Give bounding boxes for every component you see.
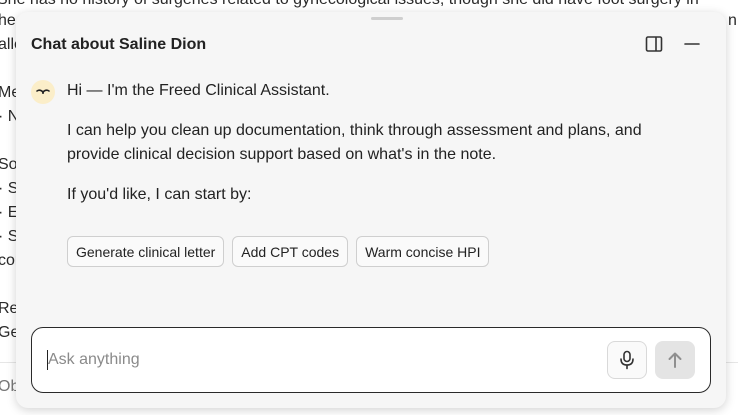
assistant-greeting: Hi — I'm the Freed Clinical Assistant. [67,82,330,99]
split-panel-icon [645,36,663,52]
assistant-avatar [31,80,55,104]
assistant-message-prompt: If you'd like, I can start by: [67,186,252,203]
note-line: She has no history of surgeries related … [0,0,699,9]
microphone-button[interactable] [607,341,647,379]
split-panel-button[interactable] [642,32,666,56]
arrow-up-icon [668,352,682,368]
chat-input[interactable] [48,348,588,372]
chat-input-box [31,327,711,393]
freed-logo-icon [36,89,50,94]
suggestion-generate-clinical-letter[interactable]: Generate clinical letter [67,236,225,267]
microphone-icon [620,350,634,370]
suggestion-add-cpt-codes[interactable]: Add CPT codes [232,236,349,267]
suggestion-warm-concise-hpi[interactable]: Warm concise HPI [356,236,490,267]
note-line: n [728,12,737,29]
chat-title: Chat about Saline Dion [31,36,207,53]
note-line: he [0,12,16,29]
send-button[interactable] [655,341,695,379]
suggestion-list: Generate clinical letter Add CPT codes W… [67,236,490,267]
minimize-icon [684,43,700,45]
chat-panel: Chat about Saline Dion Hi — I'm the Free… [16,12,726,408]
drag-handle[interactable] [371,17,403,20]
note-line: So [0,156,18,173]
minimize-button[interactable] [680,32,704,56]
assistant-message-body: I can help you clean up documentation, t… [67,122,642,163]
